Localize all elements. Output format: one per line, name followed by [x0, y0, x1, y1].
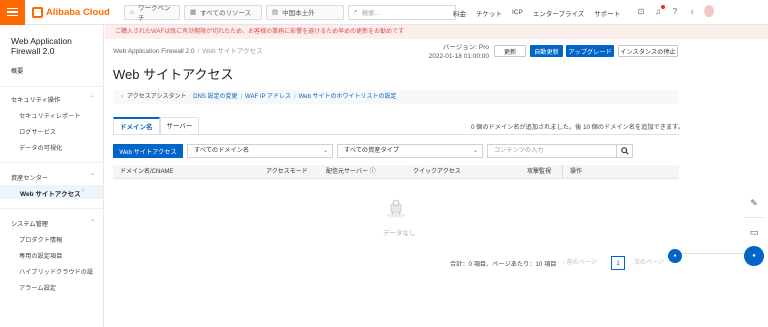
region-icon: ▤: [272, 9, 279, 16]
prev-page-button[interactable]: ‹ 前のページ: [563, 257, 597, 266]
chevron-up-icon: ⌃: [89, 96, 95, 102]
info-icon[interactable]: ⓘ: [370, 169, 376, 175]
sidebar-divider: [0, 162, 104, 163]
link-tickets[interactable]: チケット: [476, 8, 502, 18]
breadcrumb-root[interactable]: Web Application Firewall 2.0: [113, 48, 195, 55]
tab-server[interactable]: サーバー: [159, 117, 200, 135]
sidebar-item-product-info[interactable]: プロダクト情報: [19, 235, 62, 244]
sidebar-item-web-access-label: Web サイトアクセス: [20, 191, 81, 198]
global-search-input[interactable]: ⌕ 検索...: [348, 4, 456, 20]
dns-settings-link[interactable]: DNS 設定の変更: [193, 94, 237, 100]
waf-ip-link[interactable]: WAF IP アドレス: [245, 94, 291, 100]
edit-icon[interactable]: ✎: [744, 193, 764, 213]
col-access-mode: アクセスモード: [266, 169, 308, 175]
sidebar-divider: [0, 86, 104, 87]
sidebar-item-log-service[interactable]: ログサービス: [19, 127, 56, 136]
breadcrumb: Web Application Firewall 2.0/Web サイトアクセス: [113, 48, 263, 55]
cs-divider: [680, 253, 744, 254]
link-enterprise[interactable]: エンタープライズ: [533, 8, 584, 18]
avatar[interactable]: [704, 5, 714, 17]
alibaba-cloud-logo[interactable]: Alibaba Cloud: [32, 6, 124, 18]
chat-icon[interactable]: ●: [668, 249, 682, 263]
region-dropdown[interactable]: ▤ 中国本土外: [266, 4, 344, 20]
empty-state-text: データなし: [383, 230, 416, 237]
content-search-input[interactable]: コンテンツの入力: [487, 144, 617, 158]
next-page-button[interactable]: 次のページ: [634, 257, 664, 266]
page-title: Web サイトアクセス: [113, 67, 234, 82]
bulb-icon[interactable]: ♁: [687, 7, 697, 16]
link-support[interactable]: サポート: [594, 8, 620, 18]
chevron-up-icon: ⌃: [89, 174, 95, 180]
top-links: 料金 チケット ICP エンタープライズ サポート: [453, 0, 630, 25]
sidebar-section-security[interactable]: セキュリティ操作 ⌃: [11, 95, 95, 104]
top-icons: ⊡ ♫ ? ♁: [636, 4, 714, 17]
link-icp[interactable]: ICP: [512, 9, 523, 16]
col-domain: ドメイン名/CNAME: [120, 169, 174, 175]
chevron-down-icon: ⌄: [472, 148, 478, 154]
sidebar-item-overview[interactable]: 概要: [11, 66, 23, 75]
add-website-access-button[interactable]: Web サイトアクセス: [113, 144, 183, 158]
pagination-summary: 合計：0 項目、ページあたり：10 項目: [450, 261, 557, 268]
chevron-down-icon: ⌄: [322, 148, 328, 154]
access-assistant: › アクセスアシスタント DNS 設定の変更 | WAF IP アドレス | Web サイ…: [113, 90, 679, 104]
sidebar-section-asset[interactable]: 資産センター ⌃: [11, 173, 95, 182]
sidebar-item-hybrid-cloud[interactable]: ハイブリッドクラウドの設: [19, 267, 93, 276]
workbench-button[interactable]: ⌂ ワークベンチ: [124, 4, 180, 22]
asset-type-select[interactable]: すべての資産タイプ ⌄: [337, 144, 483, 158]
grid-icon: ▦: [190, 9, 197, 16]
terminal-icon[interactable]: ⊡: [636, 7, 646, 16]
link-pricing[interactable]: 料金: [453, 8, 466, 18]
sidebar: Web Application Firewall 2.0 概要 セキュリティ操作…: [0, 25, 104, 327]
table-header: ドメイン名/CNAME アクセスモード 配信元サーバー ⓘ クイックアクセス 攻…: [113, 165, 679, 179]
feedback-icon[interactable]: ▭: [744, 222, 764, 242]
sidebar-item-dedicated-settings[interactable]: 専用の設定項目: [19, 251, 62, 260]
help-icon[interactable]: ?: [670, 7, 680, 16]
tab-divider: [113, 134, 679, 135]
col-origin-server: 配信元サーバー ⓘ: [326, 169, 376, 175]
auto-renew-button[interactable]: 自動更新: [530, 45, 563, 57]
float-divider: [744, 217, 764, 218]
assistant-icon[interactable]: ●: [744, 246, 764, 266]
upgrade-button[interactable]: アップグレード: [566, 45, 614, 57]
col-actions: 操作: [570, 169, 583, 175]
logo-icon: [32, 6, 43, 18]
domain-count-text: 0 個のドメイン名が追加されました。後 10 個のドメイン名を追加できます。: [471, 124, 684, 131]
empty-state-icon: [387, 199, 405, 218]
sidebar-section-system[interactable]: システム管理 ⌃: [11, 219, 95, 228]
resources-dropdown[interactable]: ▦ すべてのリソース: [184, 4, 262, 20]
renew-button[interactable]: 更新: [494, 45, 526, 57]
product-title: Web Application Firewall 2.0: [11, 36, 72, 56]
search-icon: [620, 147, 629, 155]
domain-select[interactable]: すべてのドメイン名 ⌄: [187, 144, 333, 158]
page-number-1[interactable]: 1: [611, 256, 625, 270]
whitelist-link[interactable]: Web サイトのホワイトリストの設定: [299, 94, 397, 100]
stop-instance-button[interactable]: インスタンスの停止: [618, 45, 678, 57]
breadcrumb-current: Web サイトアクセス: [202, 48, 263, 55]
sidebar-item-data-visualization[interactable]: データの可視化: [19, 143, 62, 152]
tabs: ドメイン名 サーバー: [113, 117, 200, 135]
chevron-up-icon: ⌃: [89, 220, 95, 226]
sidebar-item-security-report[interactable]: セキュリティレポート: [19, 111, 81, 120]
notification-icon[interactable]: ♫: [653, 4, 665, 16]
sidebar-item-alarm-settings[interactable]: アラーム設定: [19, 283, 56, 292]
tab-domain[interactable]: ドメイン名: [113, 117, 160, 135]
expiration-banner[interactable]: ご購入されたWAFは既に有効期限が切れたため、お客様の業務に影響を避けるため早め…: [105, 25, 768, 39]
version-info: バージョン: Pro 2022-01-18 01:00:00: [428, 44, 489, 60]
collapse-sidebar-icon[interactable]: ‹: [82, 187, 84, 194]
sidebar-divider: [0, 208, 104, 209]
menu-icon[interactable]: [0, 0, 25, 25]
col-quick-access: クイックアクセス: [413, 169, 461, 175]
search-icon: ⌕: [354, 8, 358, 15]
col-attack-monitor: 攻撃監視: [527, 169, 552, 175]
home-icon: ⌂: [130, 8, 134, 16]
search-button[interactable]: [617, 144, 633, 158]
chevron-right-icon[interactable]: ›: [121, 94, 123, 100]
column-divider: [562, 165, 563, 179]
